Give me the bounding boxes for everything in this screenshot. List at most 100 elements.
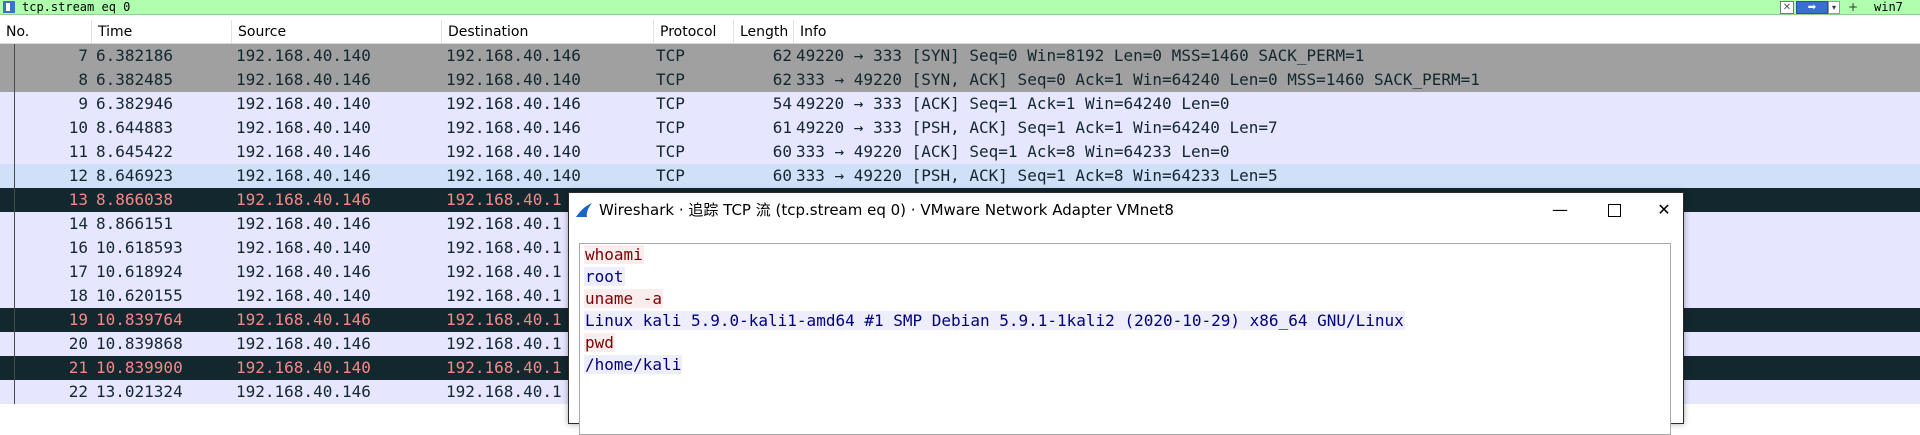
- maximize-icon: [1607, 204, 1621, 217]
- cell-source: 192.168.40.146: [236, 166, 371, 185]
- cell-source: 192.168.40.140: [236, 238, 371, 257]
- client-stream-line: pwd: [580, 332, 1670, 354]
- add-filter-button[interactable]: +: [1848, 0, 1858, 14]
- cell-info: 49220 → 333 [SYN] Seq=0 Win=8192 Len=0 M…: [796, 46, 1365, 65]
- cell-no: 18: [68, 286, 88, 305]
- cell-time: 8.645422: [96, 142, 174, 161]
- packet-row[interactable]: 8 6.382485 192.168.40.146 192.168.40.140 TCP…: [0, 68, 1920, 92]
- cell-protocol: TCP: [656, 166, 685, 185]
- cell-no: 13: [68, 190, 88, 209]
- cell-time: 10.618924: [96, 262, 183, 281]
- clear-filter-button[interactable]: ✕: [1780, 1, 1794, 14]
- column-header-length[interactable]: Length: [734, 20, 794, 43]
- cell-time: 10.618593: [96, 238, 183, 257]
- cell-info: 49220 → 333 [PSH, ACK] Seq=1 Ack=1 Win=6…: [796, 118, 1278, 137]
- display-filter-input[interactable]: tcp.stream eq 0: [22, 0, 130, 14]
- cell-length: 60: [772, 166, 792, 185]
- server-stream-line: Linux kali 5.9.0-kali1-amd64 #1 SMP Debi…: [580, 310, 1670, 332]
- cell-info: 49220 → 333 [ACK] Seq=1 Ack=1 Win=64240 …: [796, 94, 1230, 113]
- apply-filter-button[interactable]: ➡: [1796, 1, 1828, 14]
- cell-no: 20: [68, 334, 88, 353]
- cell-length: 60: [772, 142, 792, 161]
- server-stream-line: root: [580, 266, 1670, 288]
- packet-row[interactable]: 9 6.382946 192.168.40.140 192.168.40.146 TCP…: [0, 92, 1920, 116]
- cell-protocol: TCP: [656, 142, 685, 161]
- cell-destination: 192.168.40.140: [446, 142, 581, 161]
- dialog-title-bar[interactable]: Wireshark · 追踪 TCP 流 (tcp.stream eq 0) ·…: [569, 193, 1683, 227]
- maximize-button[interactable]: [1591, 193, 1637, 227]
- cell-source: 192.168.40.146: [236, 70, 371, 89]
- filter-button-win7[interactable]: win7: [1874, 0, 1903, 14]
- cell-no: 17: [68, 262, 88, 281]
- column-header-protocol[interactable]: Protocol: [654, 20, 734, 43]
- cell-protocol: TCP: [656, 94, 685, 113]
- follow-tcp-stream-dialog: Wireshark · 追踪 TCP 流 (tcp.stream eq 0) ·…: [568, 192, 1684, 435]
- column-header-no[interactable]: No.: [0, 20, 92, 43]
- packet-row[interactable]: 10 8.644883 192.168.40.140 192.168.40.146 TC…: [0, 116, 1920, 140]
- cell-time: 8.644883: [96, 118, 174, 137]
- column-header-time[interactable]: Time: [92, 20, 232, 43]
- cell-time: 6.382186: [96, 46, 174, 65]
- cell-time: 10.839764: [96, 310, 183, 329]
- stream-text: Linux kali 5.9.0-kali1-amd64 #1 SMP Debi…: [584, 311, 1405, 330]
- minimize-button[interactable]: —: [1537, 193, 1583, 227]
- stream-content[interactable]: whoami root uname -a Linux kali 5.9.0-kali1…: [579, 243, 1671, 435]
- stream-text: pwd: [584, 333, 615, 352]
- cell-info: 333 → 49220 [ACK] Seq=1 Ack=8 Win=64233 …: [796, 142, 1230, 161]
- packet-row[interactable]: 11 8.645422 192.168.40.146 192.168.40.140 TC…: [0, 140, 1920, 164]
- cell-source: 192.168.40.146: [236, 142, 371, 161]
- cell-protocol: TCP: [656, 46, 685, 65]
- column-header-info[interactable]: Info: [794, 20, 1920, 43]
- packet-row[interactable]: 7 6.382186 192.168.40.140 192.168.40.146 TCP…: [0, 44, 1920, 68]
- cell-source: 192.168.40.146: [236, 310, 371, 329]
- cell-length: 54: [772, 94, 792, 113]
- cell-no: 11: [68, 142, 88, 161]
- cell-source: 192.168.40.146: [236, 382, 371, 401]
- bookmark-icon[interactable]: [3, 1, 15, 13]
- packet-list-header: No. Time Source Destination Protocol Len…: [0, 20, 1920, 44]
- column-header-source[interactable]: Source: [232, 20, 442, 43]
- cell-time: 8.866038: [96, 190, 174, 209]
- cell-source: 192.168.40.140: [236, 358, 371, 377]
- packet-row[interactable]: 12 8.646923 192.168.40.146 192.168.40.140 TC…: [0, 164, 1920, 188]
- cell-source: 192.168.40.140: [236, 118, 371, 137]
- wireshark-fin-icon: [576, 203, 592, 217]
- cell-source: 192.168.40.146: [236, 190, 371, 209]
- cell-source: 192.168.40.146: [236, 262, 371, 281]
- cell-destination: 192.168.40.140: [446, 166, 581, 185]
- client-stream-line: whoami: [580, 244, 1670, 266]
- column-header-destination[interactable]: Destination: [442, 20, 654, 43]
- filter-history-dropdown[interactable]: ▾: [1828, 1, 1840, 14]
- cell-source: 192.168.40.146: [236, 214, 371, 233]
- cell-time: 10.839900: [96, 358, 183, 377]
- cell-time: 10.839868: [96, 334, 183, 353]
- cell-no: 10: [68, 118, 88, 137]
- cell-protocol: TCP: [656, 70, 685, 89]
- cell-time: 8.866151: [96, 214, 174, 233]
- cell-no: 8: [78, 70, 88, 89]
- cell-info: 333 → 49220 [SYN, ACK] Seq=0 Ack=1 Win=6…: [796, 70, 1480, 89]
- cell-destination: 192.168.40.146: [446, 46, 581, 65]
- server-stream-line: /home/kali: [580, 354, 1670, 376]
- cell-no: 21: [68, 358, 88, 377]
- cell-no: 14: [68, 214, 88, 233]
- cell-no: 12: [68, 166, 88, 185]
- close-button[interactable]: ✕: [1641, 193, 1687, 227]
- cell-destination: 192.168.40.146: [446, 118, 581, 137]
- cell-source: 192.168.40.140: [236, 286, 371, 305]
- cell-time: 6.382485: [96, 70, 174, 89]
- cell-no: 19: [68, 310, 88, 329]
- cell-source: 192.168.40.140: [236, 46, 371, 65]
- cell-length: 62: [772, 46, 792, 65]
- cell-length: 62: [772, 70, 792, 89]
- cell-source: 192.168.40.146: [236, 334, 371, 353]
- cell-protocol: TCP: [656, 118, 685, 137]
- cell-time: 6.382946: [96, 94, 174, 113]
- cell-source: 192.168.40.140: [236, 94, 371, 113]
- cell-info: 333 → 49220 [PSH, ACK] Seq=1 Ack=8 Win=6…: [796, 166, 1278, 185]
- cell-destination: 192.168.40.146: [446, 94, 581, 113]
- cell-time: 8.646923: [96, 166, 174, 185]
- cell-length: 61: [772, 118, 792, 137]
- cell-no: 16: [68, 238, 88, 257]
- display-filter-bar[interactable]: tcp.stream eq 0 ✕ ➡ ▾ + win7: [0, 0, 1920, 15]
